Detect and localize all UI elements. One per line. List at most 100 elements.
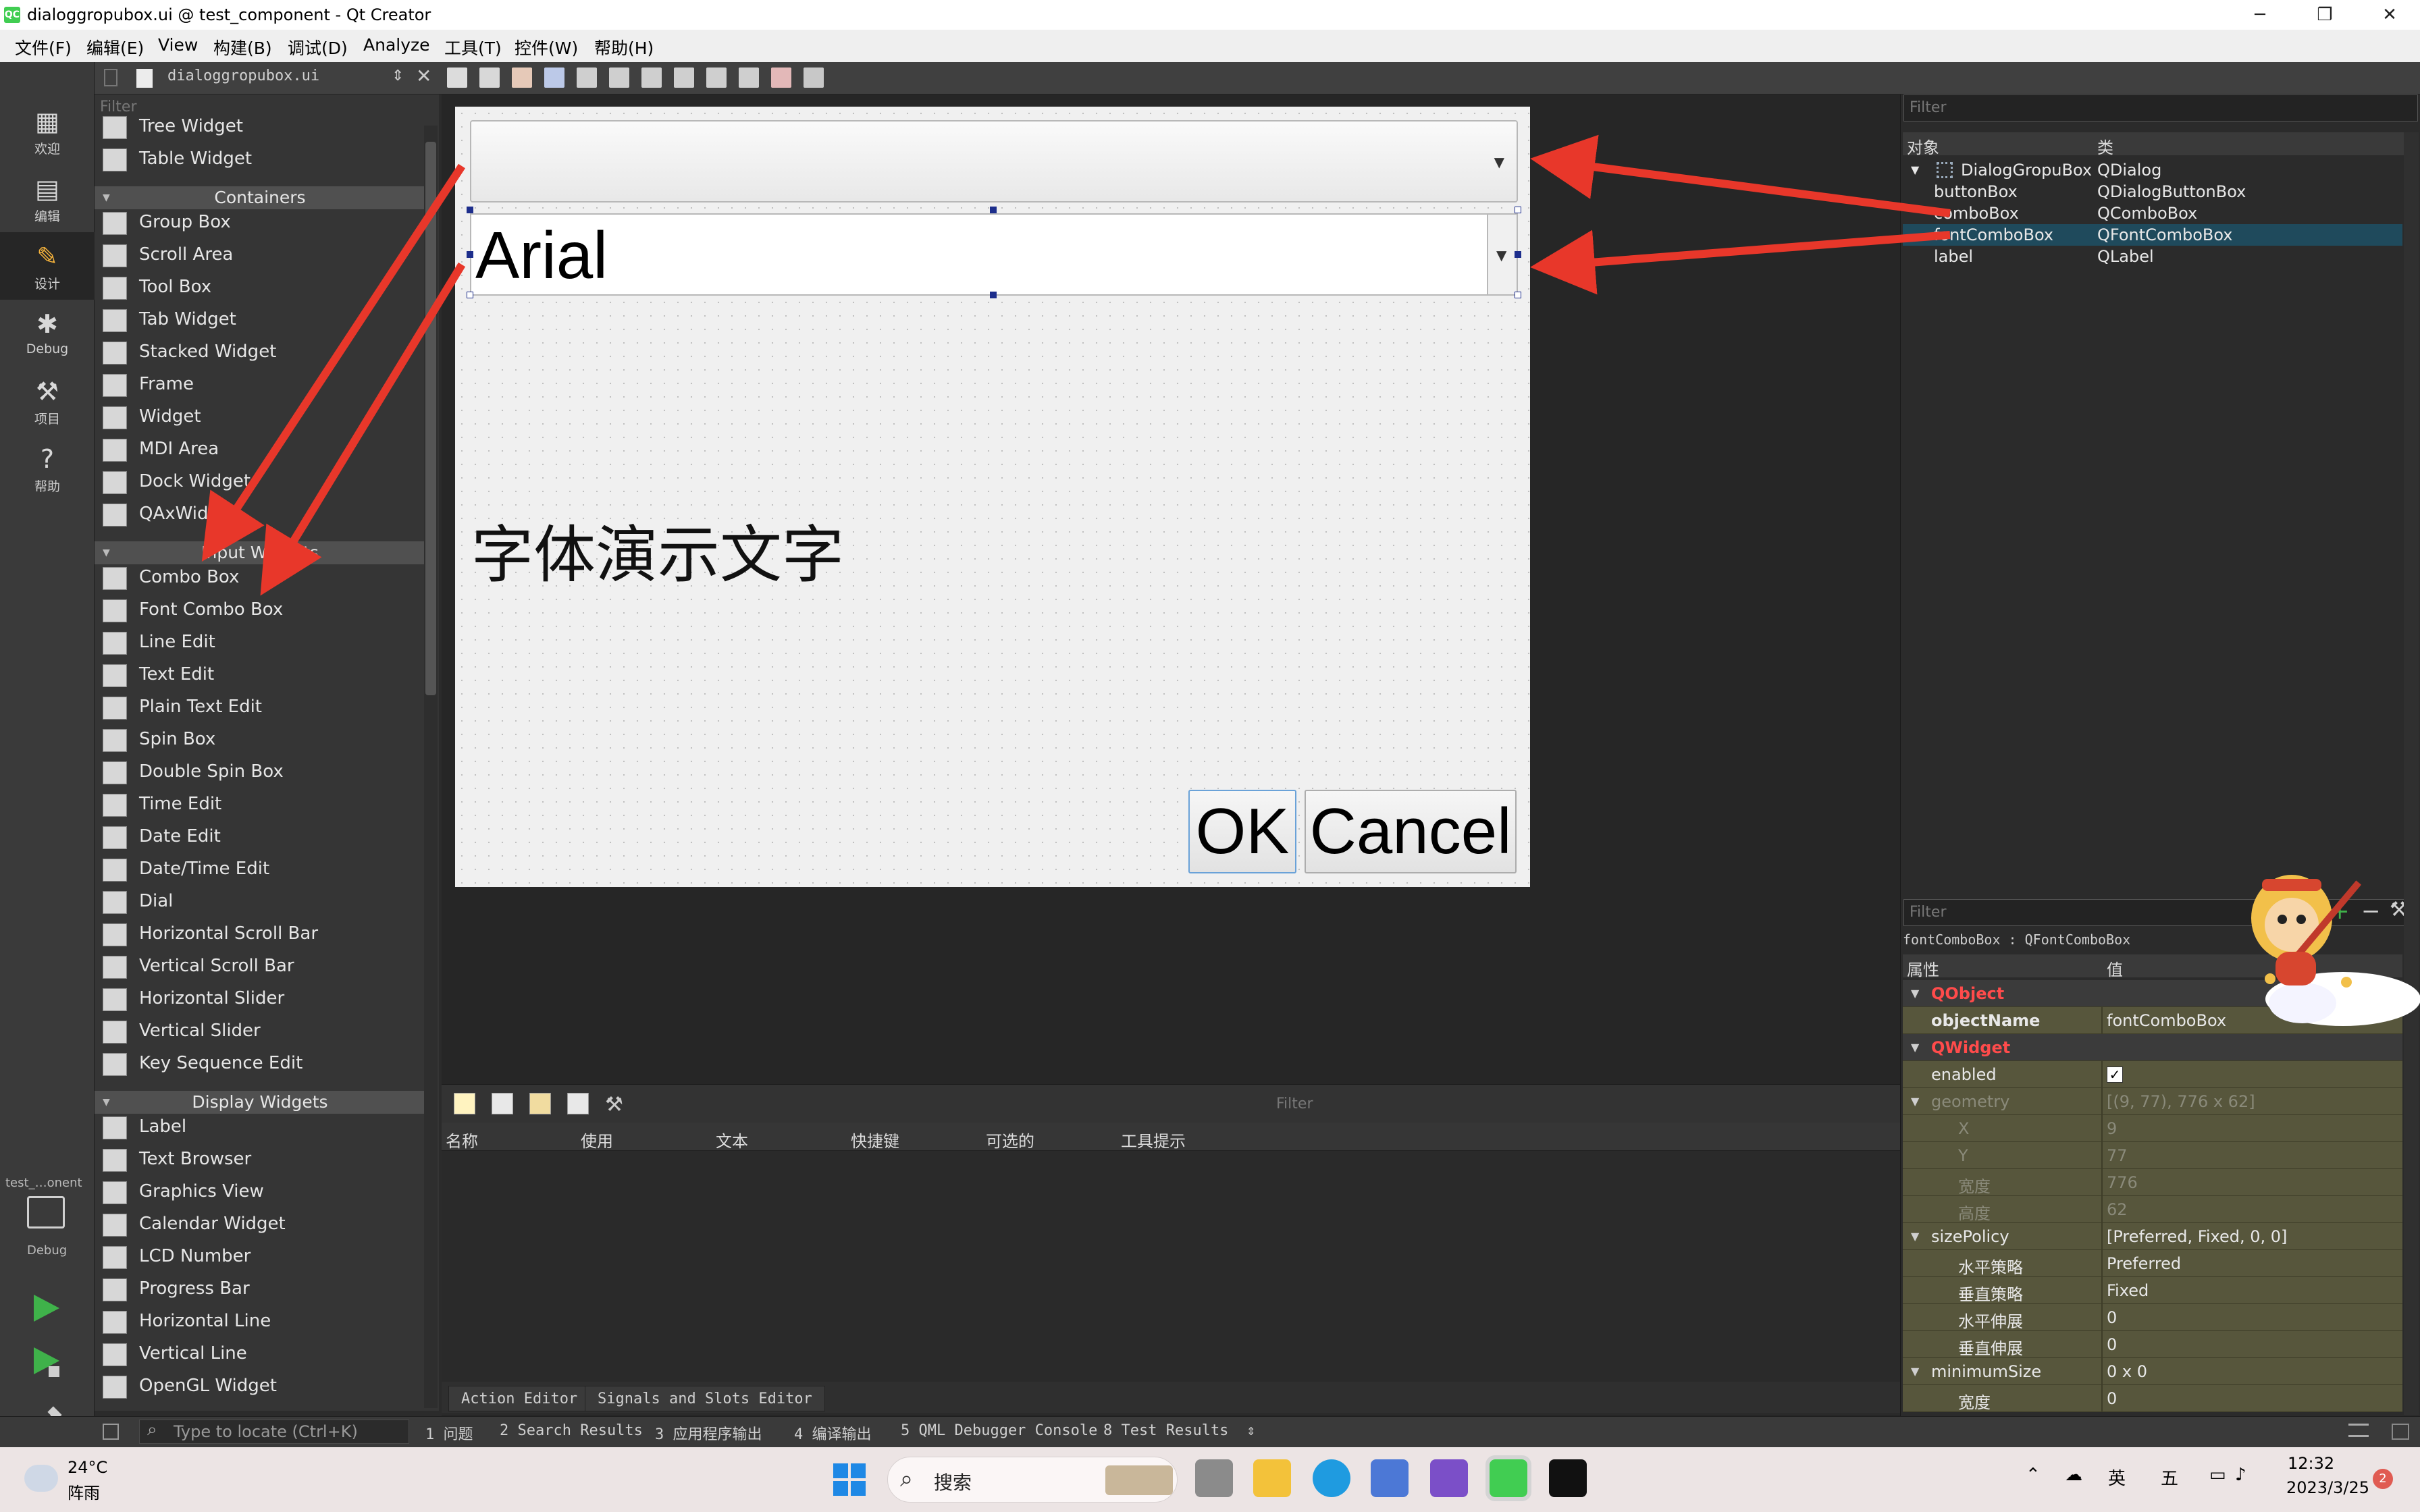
- weather-desc[interactable]: 阵雨: [68, 1480, 100, 1503]
- property-row[interactable]: 水平伸展 0: [1903, 1304, 2402, 1331]
- menu-controls[interactable]: 控件(W): [515, 35, 578, 59]
- widget-box-scrollbar[interactable]: [424, 126, 438, 1408]
- copy-action-icon[interactable]: [492, 1093, 513, 1114]
- expand-arrow-icon[interactable]: ▼: [1911, 1041, 1919, 1054]
- object-tree-row[interactable]: label QLabel: [1903, 246, 2402, 267]
- widget-item[interactable]: Dial: [95, 886, 425, 918]
- demo-label[interactable]: 字体演示文字: [471, 505, 844, 595]
- widget-item[interactable]: Double Spin Box: [95, 756, 425, 788]
- widget-item[interactable]: Progress Bar: [95, 1273, 425, 1305]
- layout-v-splitter-icon[interactable]: [674, 68, 694, 88]
- widget-item[interactable]: Graphics View: [95, 1176, 425, 1208]
- object-filter-input[interactable]: Filter: [1903, 94, 2418, 122]
- widget-item[interactable]: Key Sequence Edit: [95, 1048, 425, 1080]
- column-header[interactable]: 类: [2097, 134, 2113, 158]
- widget-item[interactable]: MDI Area: [95, 433, 425, 466]
- expand-arrow-icon[interactable]: ▼: [1911, 1230, 1919, 1243]
- expand-arrow-icon[interactable]: ▼: [1911, 1095, 1919, 1108]
- widget-item[interactable]: Widget: [95, 401, 425, 433]
- maximize-button[interactable]: ❐: [2294, 0, 2355, 30]
- expand-arrow-icon[interactable]: ▼: [1911, 987, 1919, 1000]
- selection-handle[interactable]: [990, 207, 997, 213]
- selection-handle[interactable]: [467, 207, 473, 213]
- progress-toggle-icon[interactable]: [2348, 1424, 2369, 1437]
- selection-handle[interactable]: [467, 251, 473, 258]
- new-action-icon[interactable]: [454, 1093, 475, 1114]
- locator-input[interactable]: Type to locate (Ctrl+K): [139, 1420, 409, 1444]
- task-view-icon[interactable]: [1195, 1459, 1233, 1497]
- widget-item[interactable]: Text Edit: [95, 659, 425, 691]
- qt-creator-taskbar-icon[interactable]: [1485, 1455, 1531, 1501]
- widget-item[interactable]: Dock Widget: [95, 466, 425, 498]
- property-row[interactable]: X9: [1903, 1115, 2402, 1142]
- property-row[interactable]: 宽度 0: [1903, 1385, 2402, 1412]
- widget-item[interactable]: Tree Widget: [95, 111, 425, 143]
- property-group[interactable]: ▼ QWidget: [1903, 1034, 2402, 1061]
- selection-handle[interactable]: [1515, 207, 1521, 213]
- visual-studio-icon[interactable]: [1430, 1459, 1468, 1497]
- property-row[interactable]: 宽度 776: [1903, 1169, 2402, 1196]
- widget-item[interactable]: Calendar Widget: [95, 1208, 425, 1241]
- scrollbar-thumb[interactable]: [425, 142, 436, 695]
- mode-help[interactable]: ? 帮助: [0, 435, 95, 502]
- widget-item[interactable]: Horizontal Scroll Bar: [95, 918, 425, 950]
- edit-buddies-icon[interactable]: [512, 68, 532, 88]
- widget-item[interactable]: Label: [95, 1111, 425, 1143]
- widget-item[interactable]: Line Edit: [95, 626, 425, 659]
- tray-expand-icon[interactable]: ⌃: [2026, 1465, 2041, 1485]
- notification-badge[interactable]: 2: [2373, 1469, 2393, 1489]
- mode-welcome[interactable]: ▦ 欢迎: [0, 97, 95, 165]
- column-header[interactable]: 使用: [581, 1128, 613, 1152]
- ok-button[interactable]: OK: [1188, 790, 1296, 873]
- terminal-icon[interactable]: [1549, 1459, 1587, 1497]
- open-file-name[interactable]: dialoggropubox.ui: [167, 68, 319, 84]
- mode-debug[interactable]: ✱ Debug: [0, 300, 95, 367]
- network-icon[interactable]: ▭: [2209, 1465, 2226, 1485]
- widget-item[interactable]: Font Combo Box: [95, 594, 425, 626]
- combo-box[interactable]: ▼: [470, 120, 1518, 202]
- paste-action-icon[interactable]: [529, 1093, 551, 1114]
- column-header[interactable]: 文本: [716, 1128, 748, 1152]
- property-row[interactable]: ▼ minimumSize 0 x 0: [1903, 1358, 2402, 1385]
- menu-help[interactable]: 帮助(H): [594, 35, 654, 59]
- object-tree-row[interactable]: ▼ DialogGropuBox QDialog: [1903, 159, 2402, 181]
- layout-grid-icon[interactable]: [739, 68, 759, 88]
- widget-item[interactable]: Horizontal Slider: [95, 983, 425, 1015]
- column-header[interactable]: 对象: [1907, 134, 1939, 158]
- widget-item[interactable]: QQuickWidget: [95, 1403, 425, 1404]
- object-tree-row[interactable]: comboBox QComboBox: [1903, 202, 2402, 224]
- output-toggle-icon[interactable]: [2392, 1424, 2409, 1440]
- property-row[interactable]: 垂直伸展 0: [1903, 1331, 2402, 1358]
- property-row[interactable]: 高度 62: [1903, 1196, 2402, 1223]
- widget-item[interactable]: Tab Widget: [95, 304, 425, 336]
- mode-edit[interactable]: ▤ 编辑: [0, 165, 95, 232]
- selection-handle[interactable]: [1515, 251, 1521, 258]
- pane-test-results[interactable]: 8 Test Results: [1103, 1422, 1228, 1439]
- weather-temp[interactable]: 24°C: [68, 1458, 107, 1477]
- edit-signals-icon[interactable]: [479, 68, 500, 88]
- object-tree-row[interactable]: fontComboBox QFontComboBox: [1903, 224, 2402, 246]
- pane-search-results[interactable]: 2 Search Results: [500, 1422, 643, 1439]
- expand-arrow-icon[interactable]: ▼: [1911, 1365, 1919, 1378]
- menu-file[interactable]: 文件(F): [15, 35, 72, 59]
- widget-item[interactable]: Plain Text Edit: [95, 691, 425, 724]
- property-row[interactable]: ▼ geometry [(9, 77), 776 x 62]: [1903, 1088, 2402, 1115]
- run-icon[interactable]: [30, 1292, 62, 1324]
- layout-horizontal-icon[interactable]: [577, 68, 597, 88]
- taskbar-search[interactable]: ⌕ 搜索: [887, 1457, 1178, 1503]
- widget-item[interactable]: Date/Time Edit: [95, 853, 425, 886]
- close-button[interactable]: ✕: [2359, 0, 2420, 30]
- tab-action-editor[interactable]: Action Editor: [448, 1386, 591, 1411]
- windows-start-icon[interactable]: [832, 1462, 867, 1497]
- mode-projects[interactable]: ⚒ 项目: [0, 367, 95, 435]
- selection-handle[interactable]: [1515, 292, 1521, 298]
- font-combo-box[interactable]: Arial: [470, 213, 1488, 296]
- property-row[interactable]: ▼ sizePolicy [Preferred, Fixed, 0, 0]: [1903, 1223, 2402, 1250]
- widget-item[interactable]: LCD Number: [95, 1241, 425, 1273]
- layout-h-splitter-icon[interactable]: [641, 68, 662, 88]
- pane-app-output[interactable]: 3 应用程序输出: [655, 1422, 762, 1444]
- property-row[interactable]: Y 77: [1903, 1142, 2402, 1169]
- font-combo-dropdown[interactable]: ▼: [1488, 213, 1518, 296]
- widget-item[interactable]: Scroll Area: [95, 239, 425, 271]
- column-header[interactable]: 名称: [446, 1128, 478, 1152]
